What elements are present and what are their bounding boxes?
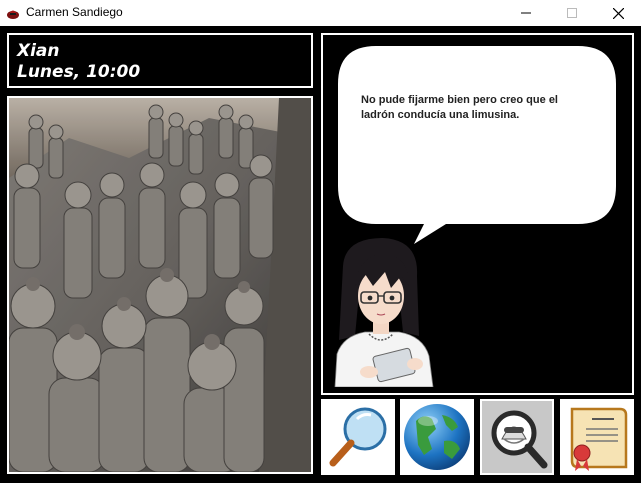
globe-icon <box>404 404 470 470</box>
title-bar: Carmen Sandiego <box>0 0 641 26</box>
maximize-button[interactable] <box>549 0 595 26</box>
date-time: Lunes, 10:00 <box>17 62 141 82</box>
investigate-button[interactable] <box>321 399 395 475</box>
dialog-text: No pude fijarme bien pero creo que el la… <box>361 94 558 121</box>
minimize-icon <box>521 12 531 14</box>
maximize-icon <box>567 8 577 18</box>
magnifier-icon <box>329 407 387 467</box>
location-panel: Xian Lunes, 10:00 <box>7 33 313 88</box>
photo-image <box>9 98 311 472</box>
witness-character <box>334 238 434 387</box>
window-title: Carmen Sandiego <box>26 5 123 19</box>
terracotta-army-photo <box>7 96 313 474</box>
suspect-search-button[interactable] <box>480 399 554 475</box>
city-name: Xian <box>17 41 60 61</box>
travel-button[interactable] <box>400 399 474 475</box>
speech-bubble <box>338 46 616 244</box>
suspect-search-icon <box>491 410 548 469</box>
close-icon <box>612 7 624 19</box>
warrant-icon <box>570 407 628 471</box>
close-button[interactable] <box>595 0 641 26</box>
app-icon <box>7 10 19 19</box>
warrant-button[interactable] <box>560 399 634 475</box>
minimize-button[interactable] <box>503 0 549 26</box>
